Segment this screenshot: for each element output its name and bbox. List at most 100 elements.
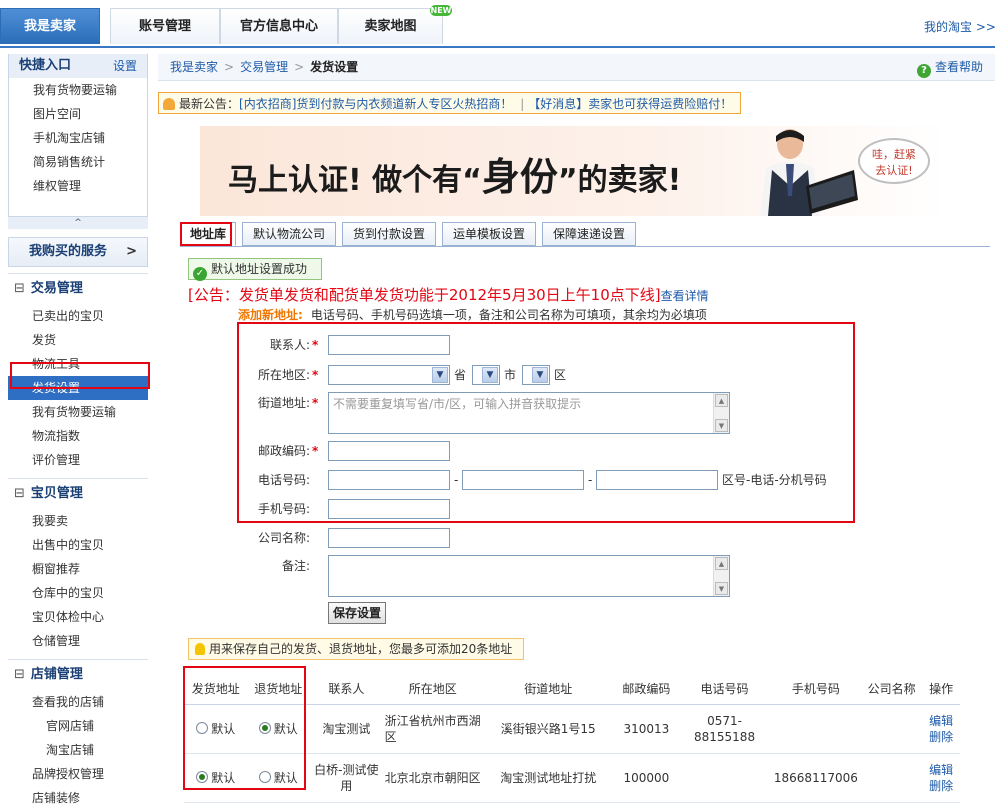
tip-text: 用来保存自己的发货、退货地址，您最多可添加20条地址	[209, 642, 513, 656]
form-row-company: 公司名称:	[158, 527, 995, 551]
ship-default-cell[interactable]: 默认	[184, 753, 248, 803]
lightbulb-icon	[195, 643, 205, 655]
sidebar-group-title-items[interactable]: ⊟ 宝贝管理	[8, 479, 148, 509]
phone-number-input[interactable]	[462, 470, 584, 490]
mobile-input[interactable]	[328, 499, 450, 519]
return-default-cell[interactable]: 默认	[247, 753, 310, 803]
topnav-tab-account[interactable]: 账号管理	[110, 8, 220, 44]
edit-link[interactable]: 编辑	[923, 713, 959, 729]
delete-link[interactable]: 删除	[923, 729, 959, 745]
sidebar-item-brand-auth[interactable]: 品牌授权管理	[8, 762, 148, 786]
sidebar-item-logistics-tools[interactable]: 物流工具	[8, 352, 148, 376]
save-settings-button[interactable]: 保存设置	[328, 602, 386, 624]
verification-banner[interactable]: 马上认证! 做个有“身份”的卖家! 哇，赶紧 去认证!	[200, 126, 948, 216]
return-default-radio[interactable]	[258, 722, 271, 734]
edit-link[interactable]: 编辑	[923, 762, 959, 778]
sidebar-item-mobile-shop[interactable]: 手机淘宝店铺	[9, 126, 147, 150]
bell-icon	[163, 98, 175, 110]
phone-dash: -	[454, 473, 459, 487]
sidebar-item-sold[interactable]: 已卖出的宝贝	[8, 304, 148, 328]
help-link[interactable]: ? 查看帮助	[916, 54, 983, 80]
sidebar-item-reviews[interactable]: 评价管理	[8, 448, 148, 472]
textarea-scrollbar[interactable]: ▲ ▼	[713, 393, 729, 433]
sidebar-item-logistics-index[interactable]: 物流指数	[8, 424, 148, 448]
sidebar-item-window[interactable]: 橱窗推荐	[8, 557, 148, 581]
phone-area-code-input[interactable]	[328, 470, 450, 490]
announcement-link-2[interactable]: 【好消息】卖家也可获得运费险赔付！	[528, 97, 732, 111]
region-label: 所在地区:	[257, 368, 310, 382]
tab-address-library[interactable]: 地址库	[180, 222, 236, 246]
return-default-radio[interactable]	[258, 771, 271, 783]
collapse-minus-icon[interactable]: ⊟	[14, 486, 25, 501]
street-textarea[interactable]: 不需要重复填写省/市/区，可输入拼音获取提示 ▲ ▼	[328, 392, 730, 434]
tab-guaranteed-express[interactable]: 保障速递设置	[542, 222, 636, 246]
scroll-down-icon[interactable]: ▼	[715, 582, 728, 595]
chevron-down-icon: ▼	[482, 367, 498, 383]
return-default-cell[interactable]: 默认	[247, 704, 310, 754]
province-select[interactable]: ▼	[328, 365, 450, 385]
sidebar-item-sell[interactable]: 我要卖	[8, 509, 148, 533]
tab-default-logistics[interactable]: 默认物流公司	[242, 222, 336, 246]
ship-default-cell[interactable]: 默认	[184, 704, 248, 754]
breadcrumb-trade[interactable]: 交易管理	[240, 60, 288, 74]
sidebar-item-shop-decoration[interactable]: 店铺装修	[8, 786, 148, 810]
collapse-toggle-icon[interactable]: ^	[8, 217, 148, 229]
textarea-scrollbar[interactable]: ▲ ▼	[713, 556, 729, 596]
sidebar-item-rights-management[interactable]: 维权管理	[9, 174, 147, 198]
sidebar-item-ship[interactable]: 发货	[8, 328, 148, 352]
ship-default-radio[interactable]	[196, 771, 209, 783]
sidebar-item-taobao-shop[interactable]: 淘宝店铺	[8, 738, 148, 762]
purchased-services-button[interactable]: 我购买的服务 >	[8, 237, 148, 267]
sidebar-item-ship-goods[interactable]: 我有货物要运输	[9, 78, 147, 102]
sidebar-group-title-shop[interactable]: ⊟ 店铺管理	[8, 660, 148, 690]
contact-input[interactable]	[328, 335, 450, 355]
sidebar-item-official-shop[interactable]: 官网店铺	[8, 714, 148, 738]
quick-entry-setting-link[interactable]: 设置	[113, 54, 137, 78]
tab-waybill-template[interactable]: 运单模板设置	[442, 222, 536, 246]
sidebar-item-shipping-settings[interactable]: 发货设置	[8, 376, 148, 400]
topnav-tab-seller-map[interactable]: 卖家地图	[338, 8, 443, 44]
delete-link[interactable]: 删除	[923, 778, 959, 794]
announcement-prefix: 最新公告：	[179, 97, 240, 111]
company-input[interactable]	[328, 528, 450, 548]
sidebar-item-warehouse-items[interactable]: 仓库中的宝贝	[8, 581, 148, 605]
my-taobao-link[interactable]: 我的淘宝 >>	[924, 18, 995, 35]
ship-default-radio[interactable]	[196, 722, 209, 734]
announcement-link-1[interactable]: [内衣招商]货到付款与内衣频道新人专区火热招商！	[239, 97, 512, 111]
phone-extension-input[interactable]	[596, 470, 718, 490]
sidebar-item-sales-stats[interactable]: 简易销售统计	[9, 150, 147, 174]
mobile-cell: 18668117006	[770, 753, 861, 803]
topnav-tab-seller[interactable]: 我是卖家	[0, 8, 100, 44]
sidebar-item-ship-goods-2[interactable]: 我有货物要运输	[8, 400, 148, 424]
city-select[interactable]: ▼	[472, 365, 500, 385]
operation-cell: 编辑 删除	[922, 753, 960, 803]
topnav-tab-official-info[interactable]: 官方信息中心	[220, 8, 338, 44]
scroll-up-icon[interactable]: ▲	[715, 394, 728, 407]
col-phone: 电话号码	[678, 672, 771, 705]
street-cell: 淘宝测试地址打扰	[481, 753, 615, 803]
form-row-region: 所在地区: * ▼ 省 ▼ 市 ▼ 区	[158, 364, 995, 388]
scroll-up-icon[interactable]: ▲	[715, 557, 728, 570]
banner-text-part2: 的卖家!	[577, 163, 682, 198]
sidebar-item-storage[interactable]: 仓储管理	[8, 629, 148, 653]
contact-cell: 白桥-测试使用	[309, 753, 384, 803]
sidebar-group-title-trade[interactable]: ⊟ 交易管理	[8, 274, 148, 304]
scroll-down-icon[interactable]: ▼	[715, 419, 728, 432]
district-select[interactable]: ▼	[522, 365, 550, 385]
sidebar-item-image-space[interactable]: 图片空间	[9, 102, 147, 126]
breadcrumb-seller[interactable]: 我是卖家	[170, 60, 218, 74]
postcode-input[interactable]	[328, 441, 450, 461]
collapse-minus-icon[interactable]: ⊟	[14, 667, 25, 682]
remark-textarea[interactable]: ▲ ▼	[328, 555, 730, 597]
tab-cod-settings[interactable]: 货到付款设置	[342, 222, 436, 246]
postcode-label: 邮政编码:	[257, 444, 310, 458]
col-postcode: 邮政编码	[614, 672, 679, 705]
sidebar-item-view-shop[interactable]: 查看我的店铺	[8, 690, 148, 714]
view-details-link[interactable]: 查看详情	[661, 289, 709, 303]
collapse-minus-icon[interactable]: ⊟	[14, 281, 25, 296]
sidebar-item-item-check[interactable]: 宝贝体检中心	[8, 605, 148, 629]
phone-label: 电话号码:	[257, 473, 310, 487]
sidebar-item-on-sale[interactable]: 出售中的宝贝	[8, 533, 148, 557]
phone-hint: 区号-电话-分机号码	[722, 473, 827, 487]
banner-headline: 马上认证! 做个有“身份”的卖家!	[228, 146, 681, 201]
